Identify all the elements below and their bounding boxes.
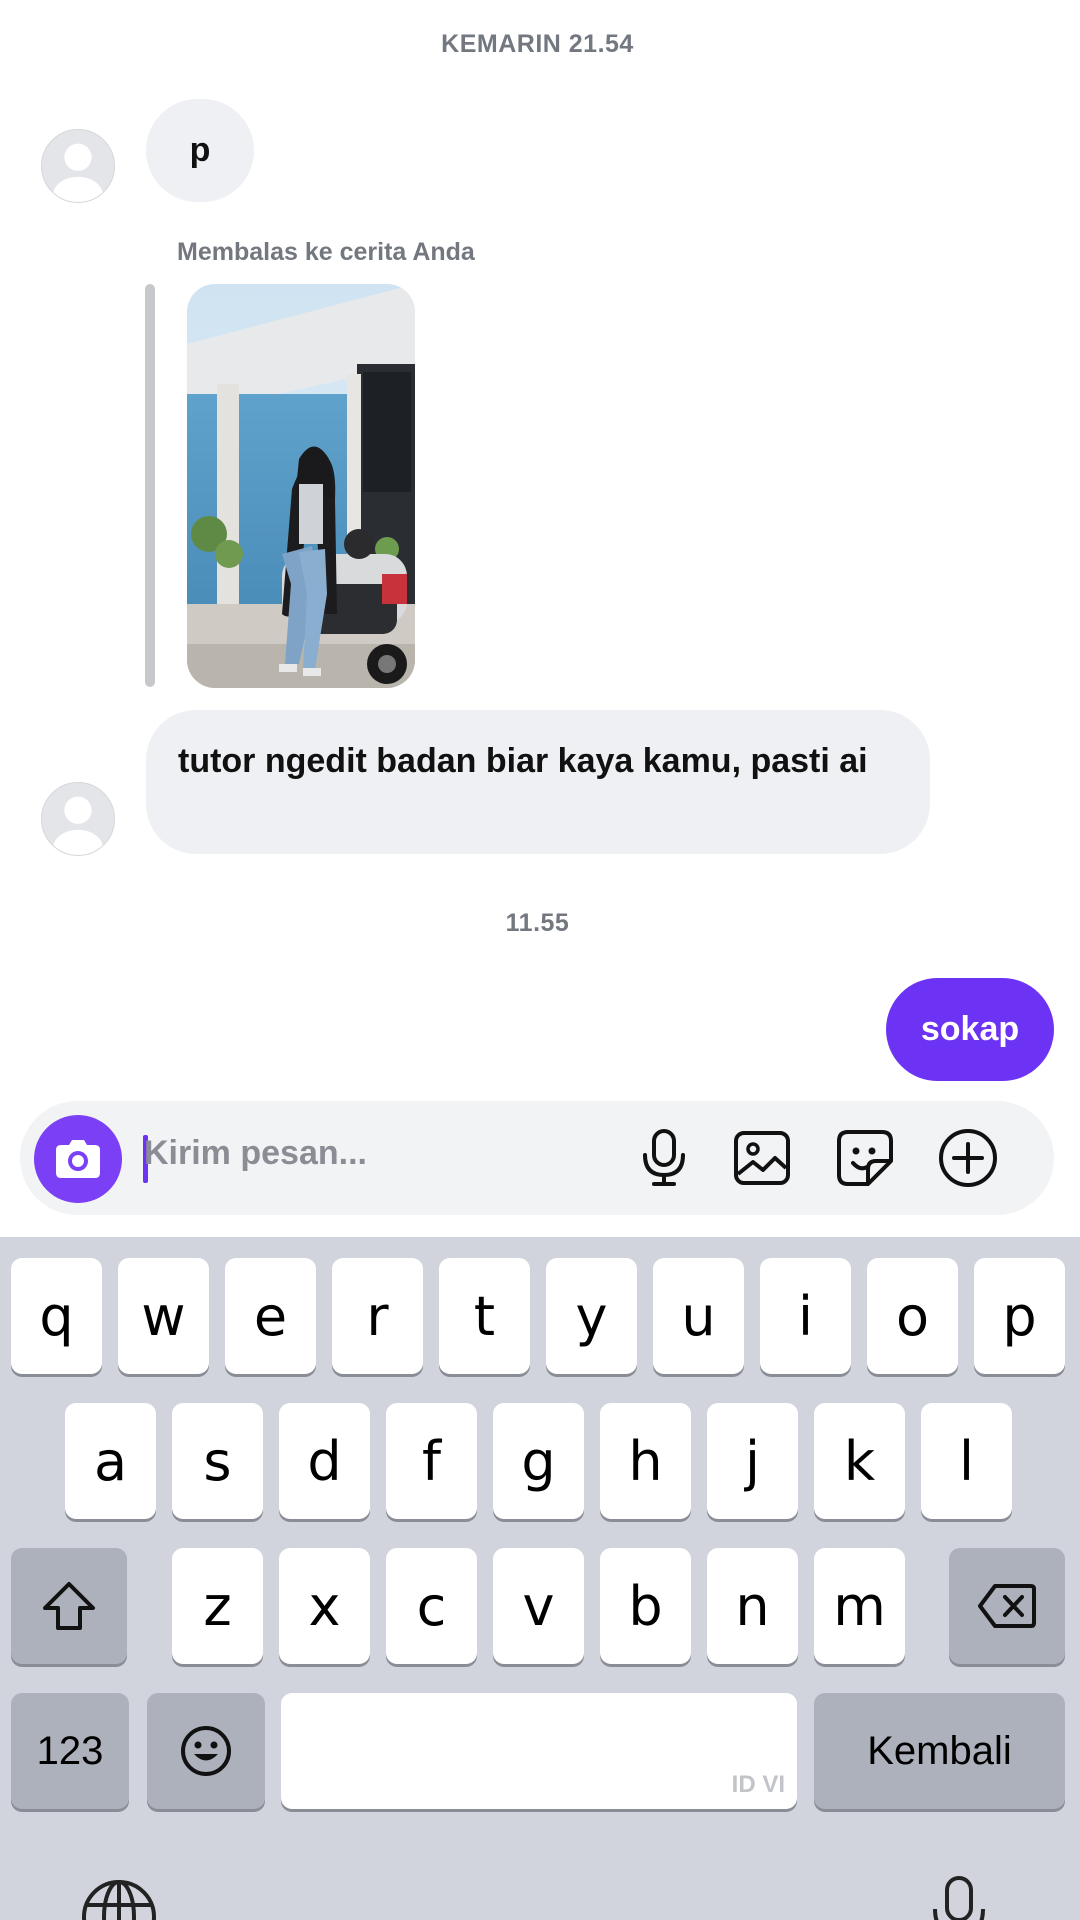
- globe-button[interactable]: [79, 1877, 159, 1920]
- message-input[interactable]: Kirim pesan...: [144, 1134, 367, 1173]
- key-t[interactable]: t: [439, 1258, 530, 1374]
- message-bubble-sent[interactable]: sokap: [886, 978, 1054, 1081]
- message-text: sokap: [920, 1010, 1020, 1048]
- message-bubble-p[interactable]: p: [146, 99, 254, 202]
- key-m[interactable]: m: [814, 1548, 905, 1664]
- key-e[interactable]: e: [225, 1258, 316, 1374]
- key-w[interactable]: w: [118, 1258, 209, 1374]
- key-r[interactable]: r: [332, 1258, 423, 1374]
- space-key[interactable]: ID VI: [281, 1693, 797, 1809]
- emoji-key[interactable]: [147, 1693, 265, 1809]
- key-c[interactable]: c: [386, 1548, 477, 1664]
- sticker-button[interactable]: [832, 1125, 898, 1191]
- sender-avatar[interactable]: [41, 782, 115, 856]
- key-d[interactable]: d: [279, 1403, 370, 1519]
- microphone-icon: [643, 1129, 685, 1186]
- space-language-hint: ID VI: [731, 1771, 785, 1798]
- story-image: [187, 284, 415, 688]
- key-h[interactable]: h: [600, 1403, 691, 1519]
- gallery-icon: [734, 1131, 790, 1185]
- story-thumbnail[interactable]: [187, 284, 415, 688]
- key-p[interactable]: p: [974, 1258, 1065, 1374]
- key-g[interactable]: g: [493, 1403, 584, 1519]
- key-q[interactable]: q: [11, 1258, 102, 1374]
- message-composer: Kirim pesan...: [20, 1101, 1054, 1215]
- timestamp-yesterday: KEMARIN 21.54: [441, 30, 634, 58]
- camera-button[interactable]: [34, 1115, 122, 1203]
- keyboard: q w e r t y u i o p a s d f g h j k l z …: [0, 1237, 1080, 1920]
- backspace-key[interactable]: [949, 1548, 1065, 1664]
- dictation-button[interactable]: [929, 1875, 989, 1920]
- numbers-key[interactable]: 123: [11, 1693, 129, 1809]
- key-n[interactable]: n: [707, 1548, 798, 1664]
- globe-icon: [82, 1880, 156, 1920]
- reply-indicator-bar: [145, 284, 155, 687]
- plus-circle-icon: [939, 1129, 997, 1187]
- key-s[interactable]: s: [172, 1403, 263, 1519]
- message-text: tutor ngedit badan biar kaya kamu, pasti…: [178, 742, 868, 780]
- key-v[interactable]: v: [493, 1548, 584, 1664]
- key-f[interactable]: f: [386, 1403, 477, 1519]
- key-x[interactable]: x: [279, 1548, 370, 1664]
- key-z[interactable]: z: [172, 1548, 263, 1664]
- reply-context-label: Membalas ke cerita Anda: [177, 238, 475, 266]
- gallery-button[interactable]: [729, 1125, 795, 1191]
- microphone-button[interactable]: [631, 1125, 697, 1191]
- shift-key[interactable]: [11, 1548, 127, 1664]
- key-k[interactable]: k: [814, 1403, 905, 1519]
- sticker-icon: [837, 1130, 893, 1186]
- key-a[interactable]: a: [65, 1403, 156, 1519]
- emoji-icon: [181, 1726, 231, 1776]
- key-i[interactable]: i: [760, 1258, 851, 1374]
- key-u[interactable]: u: [653, 1258, 744, 1374]
- key-y[interactable]: y: [546, 1258, 637, 1374]
- return-key[interactable]: Kembali: [814, 1693, 1065, 1809]
- message-text: p: [189, 131, 211, 169]
- camera-icon: [56, 1140, 100, 1178]
- backspace-icon: [978, 1584, 1036, 1628]
- shift-icon: [43, 1582, 95, 1630]
- sender-avatar[interactable]: [41, 129, 115, 203]
- message-bubble-long[interactable]: tutor ngedit badan biar kaya kamu, pasti…: [146, 710, 930, 854]
- more-button[interactable]: [935, 1125, 1001, 1191]
- key-b[interactable]: b: [600, 1548, 691, 1664]
- key-j[interactable]: j: [707, 1403, 798, 1519]
- timestamp-today: 11.55: [505, 909, 570, 937]
- dictation-mic-icon: [933, 1876, 985, 1920]
- key-o[interactable]: o: [867, 1258, 958, 1374]
- key-l[interactable]: l: [921, 1403, 1012, 1519]
